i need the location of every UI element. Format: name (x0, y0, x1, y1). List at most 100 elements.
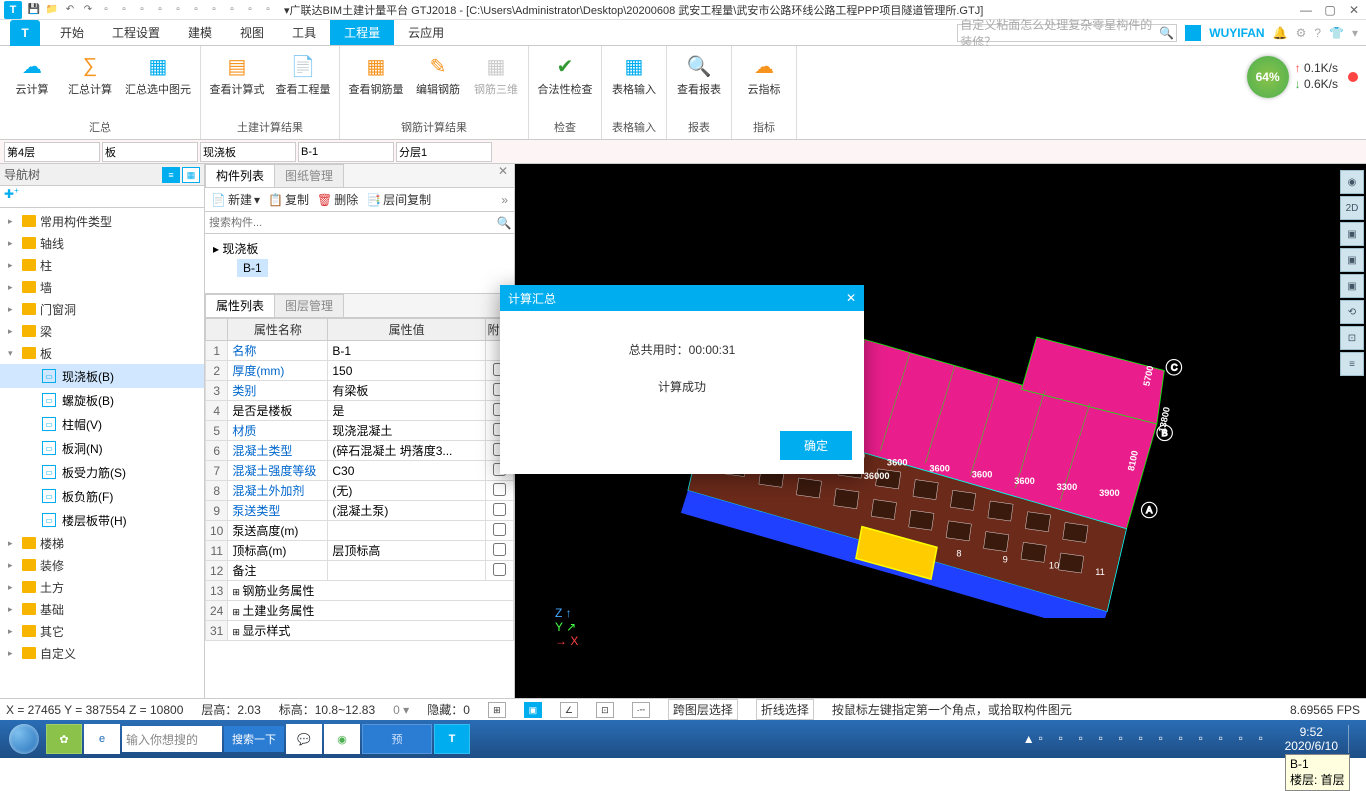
property-row[interactable]: 12备注 (206, 561, 514, 581)
collapse-ribbon-icon[interactable]: ▾ (1352, 26, 1358, 40)
app-icon[interactable]: T (10, 20, 40, 46)
taskbar-app-preview[interactable]: 预 (362, 724, 432, 754)
start-button[interactable] (4, 723, 44, 755)
sb-btn[interactable]: ⊡ (596, 702, 614, 718)
rotate-icon[interactable]: ⟲ (1340, 300, 1364, 324)
tree-subitem[interactable]: ▭螺旋板(B) (0, 388, 204, 412)
tree-item[interactable]: ▸土方 (0, 576, 204, 598)
tree-item[interactable]: ▸常用构件类型 (0, 210, 204, 232)
qat-btn[interactable]: ▫ (98, 2, 114, 18)
help-icon[interactable]: ? (1314, 26, 1321, 40)
qat-btn[interactable]: ▫ (188, 2, 204, 18)
mode-cross-layer[interactable]: 跨图层选择 (668, 699, 738, 720)
tray-icon[interactable]: ▫ (1239, 731, 1255, 747)
view-rebar-button[interactable]: ▦查看钢筋量 (346, 50, 406, 97)
mode-polyline[interactable]: 折线选择 (756, 699, 814, 720)
tab-model[interactable]: 建模 (174, 20, 226, 45)
close-icon[interactable]: ✕ (1346, 3, 1362, 17)
qat-btn[interactable]: ▫ (152, 2, 168, 18)
clock[interactable]: 9:52 2020/6/10 (1279, 725, 1344, 754)
property-row[interactable]: 24土建业务属性 (206, 601, 514, 621)
sb-btn[interactable]: ∠ (560, 702, 578, 718)
property-row[interactable]: 9泵送类型(混凝土泵) (206, 501, 514, 521)
delete-button[interactable]: 🗑删除 (317, 191, 358, 208)
tray-icon[interactable]: ▫ (1159, 731, 1175, 747)
property-row[interactable]: 6混凝土类型(碎石混凝土 坍落度3... (206, 441, 514, 461)
taskbar-app[interactable]: ✿ (46, 724, 82, 754)
dialog-ok-button[interactable]: 确定 (780, 431, 852, 460)
tray-icon[interactable]: ▫ (1219, 731, 1235, 747)
qat-btn[interactable]: ▫ (242, 2, 258, 18)
qat-btn[interactable]: ▫ (134, 2, 150, 18)
dialog-close-icon[interactable]: ✕ (846, 291, 856, 305)
property-row[interactable]: 11顶标高(m)层顶标高 (206, 541, 514, 561)
qat-btn[interactable]: ▫ (170, 2, 186, 18)
code-select[interactable] (298, 142, 394, 162)
fit-icon[interactable]: ⊡ (1340, 326, 1364, 350)
tab-drawing-mgmt[interactable]: 图纸管理 (274, 164, 344, 187)
property-row[interactable]: 4是否是楼板是 (206, 401, 514, 421)
taskbar-current-app[interactable]: T (434, 724, 470, 754)
qat-btn[interactable]: ▫ (206, 2, 222, 18)
taskbar-search-input[interactable]: 输入你想搜的 (122, 726, 222, 752)
qat-redo-icon[interactable]: ↷ (80, 2, 96, 18)
tab-cloud[interactable]: 云应用 (394, 20, 458, 45)
show-desktop[interactable] (1348, 725, 1362, 753)
tab-project-settings[interactable]: 工程设置 (98, 20, 174, 45)
tree-item[interactable]: ▸楼梯 (0, 532, 204, 554)
taskbar-ie[interactable]: e (84, 724, 120, 754)
tab-component-list[interactable]: 构件列表 (205, 164, 275, 187)
qat-btn[interactable]: ▫ (116, 2, 132, 18)
qat-open-icon[interactable]: 📁 (44, 2, 60, 18)
tab-start[interactable]: 开始 (46, 20, 98, 45)
tree-subitem[interactable]: ▭现浇板(B) (0, 364, 204, 388)
property-row[interactable]: 7混凝土强度等级C30 (206, 461, 514, 481)
tree-subitem[interactable]: ▭楼层板带(H) (0, 508, 204, 532)
tray-icon[interactable]: ▫ (1119, 731, 1135, 747)
sb-btn[interactable]: ⊞ (488, 702, 506, 718)
sb-btn[interactable]: ▣ (524, 702, 542, 718)
qat-undo-icon[interactable]: ↶ (62, 2, 78, 18)
subcategory-select[interactable] (200, 142, 296, 162)
tray-icon[interactable]: ▫ (1179, 731, 1195, 747)
nav-tree[interactable]: ▸常用构件类型▸轴线▸柱▸墙▸门窗洞▸梁▾板▭现浇板(B)▭螺旋板(B)▭柱帽(… (0, 208, 204, 698)
tree-subitem[interactable]: ▭柱帽(V) (0, 412, 204, 436)
cube-icon[interactable]: ▣ (1340, 222, 1364, 246)
property-row[interactable]: 5材质现浇混凝土 (206, 421, 514, 441)
bell-icon[interactable]: 🔔 (1273, 26, 1288, 40)
category-select[interactable] (102, 142, 198, 162)
tray-icon[interactable]: ▫ (1139, 731, 1155, 747)
tray-icon[interactable]: ▫ (1059, 731, 1075, 747)
tab-properties[interactable]: 属性列表 (205, 294, 275, 317)
view-grid-icon[interactable]: ▦ (182, 167, 200, 183)
view-2d-icon[interactable]: 2D (1340, 196, 1364, 220)
minimize-icon[interactable]: — (1298, 3, 1314, 17)
taskbar-search-button[interactable]: 搜索一下 (224, 726, 284, 752)
orbit-icon[interactable]: ◉ (1340, 170, 1364, 194)
avatar[interactable] (1185, 25, 1201, 41)
add-component-button[interactable]: ✚+ (0, 186, 204, 208)
tree-item[interactable]: ▸轴线 (0, 232, 204, 254)
tree-item[interactable]: ▸墙 (0, 276, 204, 298)
property-table[interactable]: 属性名称 属性值 附加 1名称B-12厚度(mm)1503类别有梁板4是否是楼板… (205, 318, 514, 698)
view-list-icon[interactable]: ≡ (162, 167, 180, 183)
maximize-icon[interactable]: ▢ (1322, 3, 1338, 17)
skin-icon[interactable]: 👕 (1329, 26, 1344, 40)
layer-copy-button[interactable]: 📑层间复制 (366, 191, 431, 208)
view-report-button[interactable]: 🔍查看报表 (673, 50, 725, 97)
summary-calc-button[interactable]: ∑汇总计算 (64, 50, 116, 97)
component-search-input[interactable] (205, 213, 494, 233)
tab-quantity[interactable]: 工程量 (330, 20, 394, 45)
tree-item[interactable]: ▸门窗洞 (0, 298, 204, 320)
property-row[interactable]: 13钢筋业务属性 (206, 581, 514, 601)
system-tray[interactable]: ▲ ▫ ▫ ▫ ▫ ▫ ▫ ▫ ▫ ▫ ▫ ▫ ▫ 9:52 2020/6/10 (1023, 725, 1362, 754)
tree-item[interactable]: ▸梁 (0, 320, 204, 342)
table-input-button[interactable]: ▦表格输入 (608, 50, 660, 97)
toolbar-more-icon[interactable]: » (501, 193, 508, 207)
view-formula-button[interactable]: ▤查看计算式 (207, 50, 267, 97)
qat-btn[interactable]: ▫ (260, 2, 276, 18)
tab-tools[interactable]: 工具 (278, 20, 330, 45)
view-quantity-button[interactable]: 📄查看工程量 (273, 50, 333, 97)
cloud-calc-button[interactable]: ☁云计算 (6, 50, 58, 97)
component-item-selected[interactable]: B-1 (237, 259, 268, 277)
